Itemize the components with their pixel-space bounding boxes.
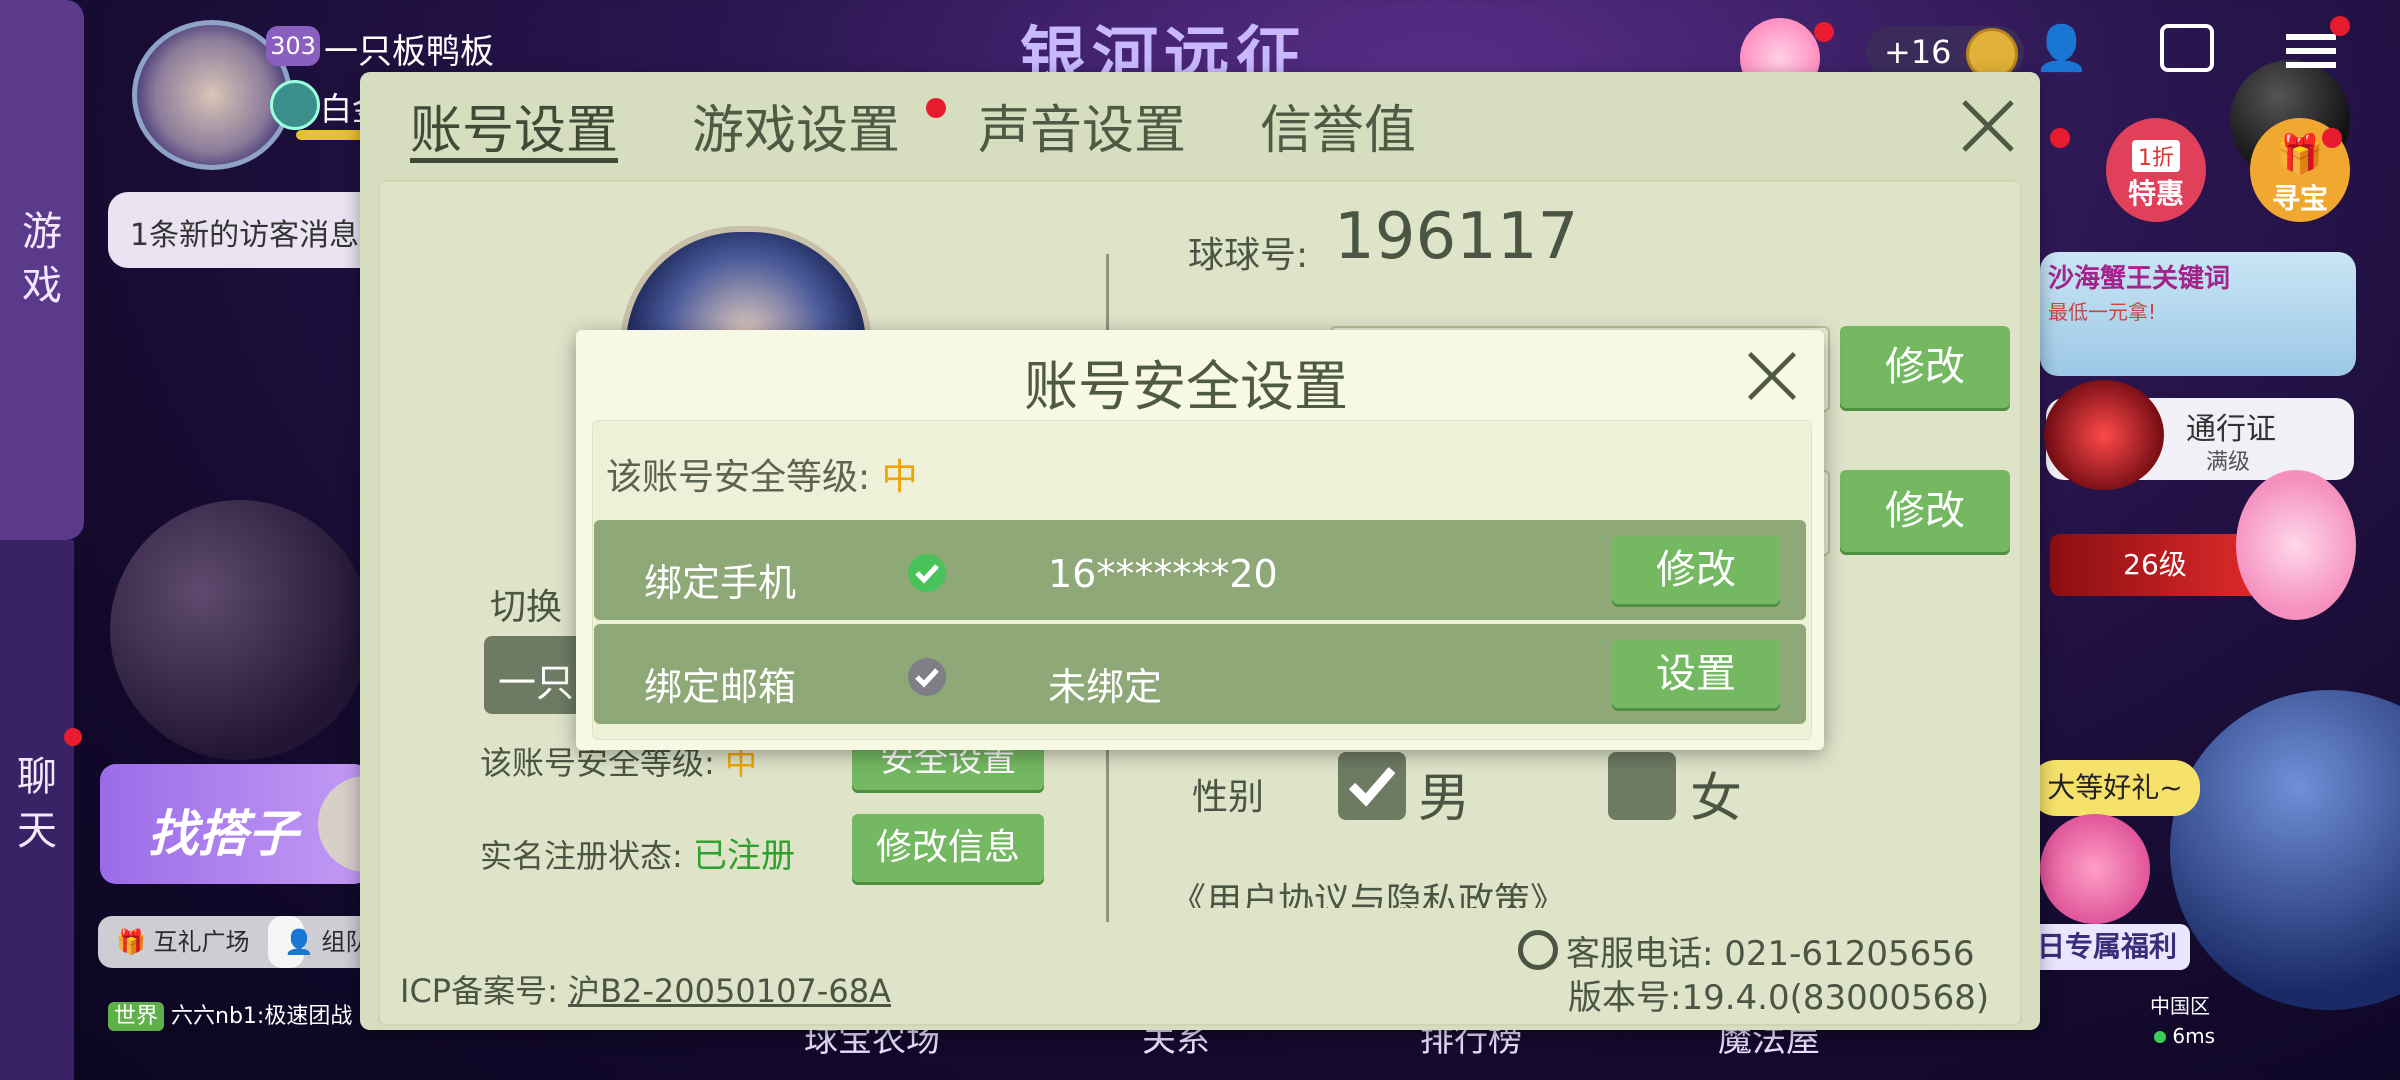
service-phone: 客服电话: 021-61205656: [1566, 934, 1975, 974]
modify-phone-button[interactable]: 修改: [1612, 536, 1780, 604]
gift-icon: 🎁: [116, 928, 146, 956]
gender-male-checkbox[interactable]: [1338, 752, 1406, 820]
chat-notification-dot: [64, 728, 82, 746]
team-icon: 👤: [284, 928, 314, 956]
menu-notification-dot: [2330, 16, 2350, 36]
find-partner-label: 找搭子: [148, 805, 298, 863]
bound-phone-number: 16*******20: [1048, 552, 1278, 596]
tv-icon[interactable]: [2160, 24, 2214, 72]
ping-indicator: 6ms: [2154, 1024, 2215, 1048]
bind-email-label: 绑定邮箱: [644, 665, 797, 709]
gender-label: 性别: [1192, 777, 1265, 818]
special-offer-discount: 1折: [2132, 140, 2180, 172]
check-icon: [1348, 767, 1396, 807]
event-banner[interactable]: 沙海蟹王关键词 最低一元拿!: [2040, 252, 2356, 376]
side-tab-game-label: 游 戏: [22, 209, 62, 309]
bind-phone-label: 绑定手机: [644, 561, 797, 605]
treasure-label: 寻宝: [2271, 182, 2328, 215]
battle-pass-label: 通行证: [2186, 412, 2276, 447]
pink-blob-mascot: [2040, 814, 2150, 924]
email-status-check-icon: [908, 658, 946, 696]
tab-reputation[interactable]: 信誉值: [1260, 88, 1416, 163]
icp-info: ICP备案号: 沪B2-20050107-68A: [400, 966, 891, 1012]
icp-link[interactable]: 沪B2-20050107-68A: [568, 972, 891, 1010]
tab-account-settings[interactable]: 账号设置: [410, 88, 618, 163]
coin-amount: +16: [1884, 33, 1952, 71]
friend-notification-dot: [1814, 22, 1834, 42]
welfare-banner[interactable]: 日专属福利: [2024, 924, 2190, 970]
world-chat-text: 六六nb1:极速团战: [171, 1004, 353, 1029]
ping-dot: [2154, 1031, 2166, 1043]
switch-account-label: 切换: [490, 587, 563, 628]
world-chat-tag: 世界: [108, 1002, 165, 1031]
dialog-level-value: 中: [881, 457, 918, 498]
set-email-button[interactable]: 设置: [1612, 640, 1780, 708]
world-chat-line[interactable]: 世界 六六nb1:极速团战: [108, 998, 368, 1038]
qq-number-label: 球球号:: [1188, 235, 1309, 276]
realname-value: 已注册: [692, 836, 795, 876]
tab-game-settings[interactable]: 游戏设置: [692, 88, 900, 163]
add-friend-icon[interactable]: 👤: [2034, 22, 2089, 74]
check-mark: [915, 564, 939, 584]
qq-number-value: 196117: [1334, 200, 1579, 274]
switch-account-name: 一只: [498, 661, 575, 705]
devil-emblem: [2044, 380, 2164, 490]
phone-bound-check-icon: [908, 554, 946, 592]
version-number: 版本号:19.4.0(83000568): [1568, 978, 1990, 1018]
tab-sound-settings[interactable]: 声音设置: [978, 88, 1186, 163]
gender-female-label: 女: [1690, 769, 1743, 829]
level-badge-text: 26级: [2123, 548, 2187, 581]
level-badge-banner[interactable]: 26级: [2050, 534, 2260, 596]
modify-nickname-button[interactable]: 修改: [1840, 326, 2010, 408]
visitor-notice-text: 1条新的访客消息: [130, 218, 360, 253]
menu-icon-middle-line: [2286, 48, 2336, 54]
realname-status: 实名注册状态: 已注册: [480, 828, 795, 877]
agreement-link-text: 《用户协议与隐私政策》: [1170, 881, 1567, 908]
region-label: 中国区: [2150, 994, 2210, 1018]
planet-decoration: [110, 500, 370, 760]
modify-signature-button[interactable]: 修改: [1840, 470, 2010, 552]
player-name: 一只板鸭板: [324, 32, 494, 72]
special-offer-label: 特惠: [2127, 177, 2184, 210]
dialog-title: 账号安全设置: [1024, 355, 1348, 418]
email-status-value: 未绑定: [1048, 665, 1163, 709]
battle-pass-status: 满级: [2206, 450, 2251, 475]
dialog-security-level: 该账号安全等级: 中: [606, 448, 918, 500]
side-tab-chat[interactable]: 聊 天: [0, 750, 74, 858]
event-title: 沙海蟹王关键词: [2048, 264, 2231, 294]
close-icon[interactable]: [1958, 96, 2018, 156]
mascot-character: [2236, 470, 2356, 620]
player-level: 303: [270, 32, 316, 60]
realname-label: 实名注册状态:: [480, 837, 683, 875]
side-tab-game[interactable]: 游 戏: [0, 205, 84, 313]
exp-bar: [296, 130, 366, 140]
headset-icon: [1518, 930, 1558, 970]
gift-bubble-text: 大等好礼~: [2047, 771, 2183, 804]
special-offer-dot: [2050, 128, 2070, 148]
check-mark: [915, 668, 939, 688]
side-tab-chat-label: 聊 天: [17, 754, 57, 854]
visitor-notice[interactable]: 1条新的访客消息: [108, 192, 388, 268]
modify-info-button[interactable]: 修改信息: [852, 814, 1044, 882]
special-offer-button[interactable]: 1折 特惠: [2106, 118, 2206, 222]
event-subtitle: 最低一元拿!: [2048, 300, 2157, 324]
gender-male-label: 男: [1418, 769, 1471, 829]
gender-female-checkbox[interactable]: [1608, 752, 1676, 820]
welfare-label: 日专属福利: [2036, 930, 2177, 963]
agreement-link[interactable]: 《用户协议与隐私政策》: [1170, 872, 1640, 908]
dialog-close-icon[interactable]: [1744, 348, 1800, 404]
menu-icon[interactable]: [2286, 34, 2336, 68]
gift-speech-bubble: 大等好礼~: [2030, 760, 2200, 816]
treasure-dot: [2322, 128, 2342, 148]
gift-plaza-label: 互礼广场: [153, 928, 250, 956]
planet-decoration: [2170, 690, 2400, 1010]
rank-icon: [270, 80, 320, 130]
icp-label: ICP备案号:: [400, 972, 558, 1010]
game-settings-dot: [926, 98, 946, 118]
dialog-level-label: 该账号安全等级:: [606, 457, 871, 498]
ping-value: 6ms: [2172, 1024, 2215, 1048]
player-level-badge: 303: [266, 26, 320, 66]
